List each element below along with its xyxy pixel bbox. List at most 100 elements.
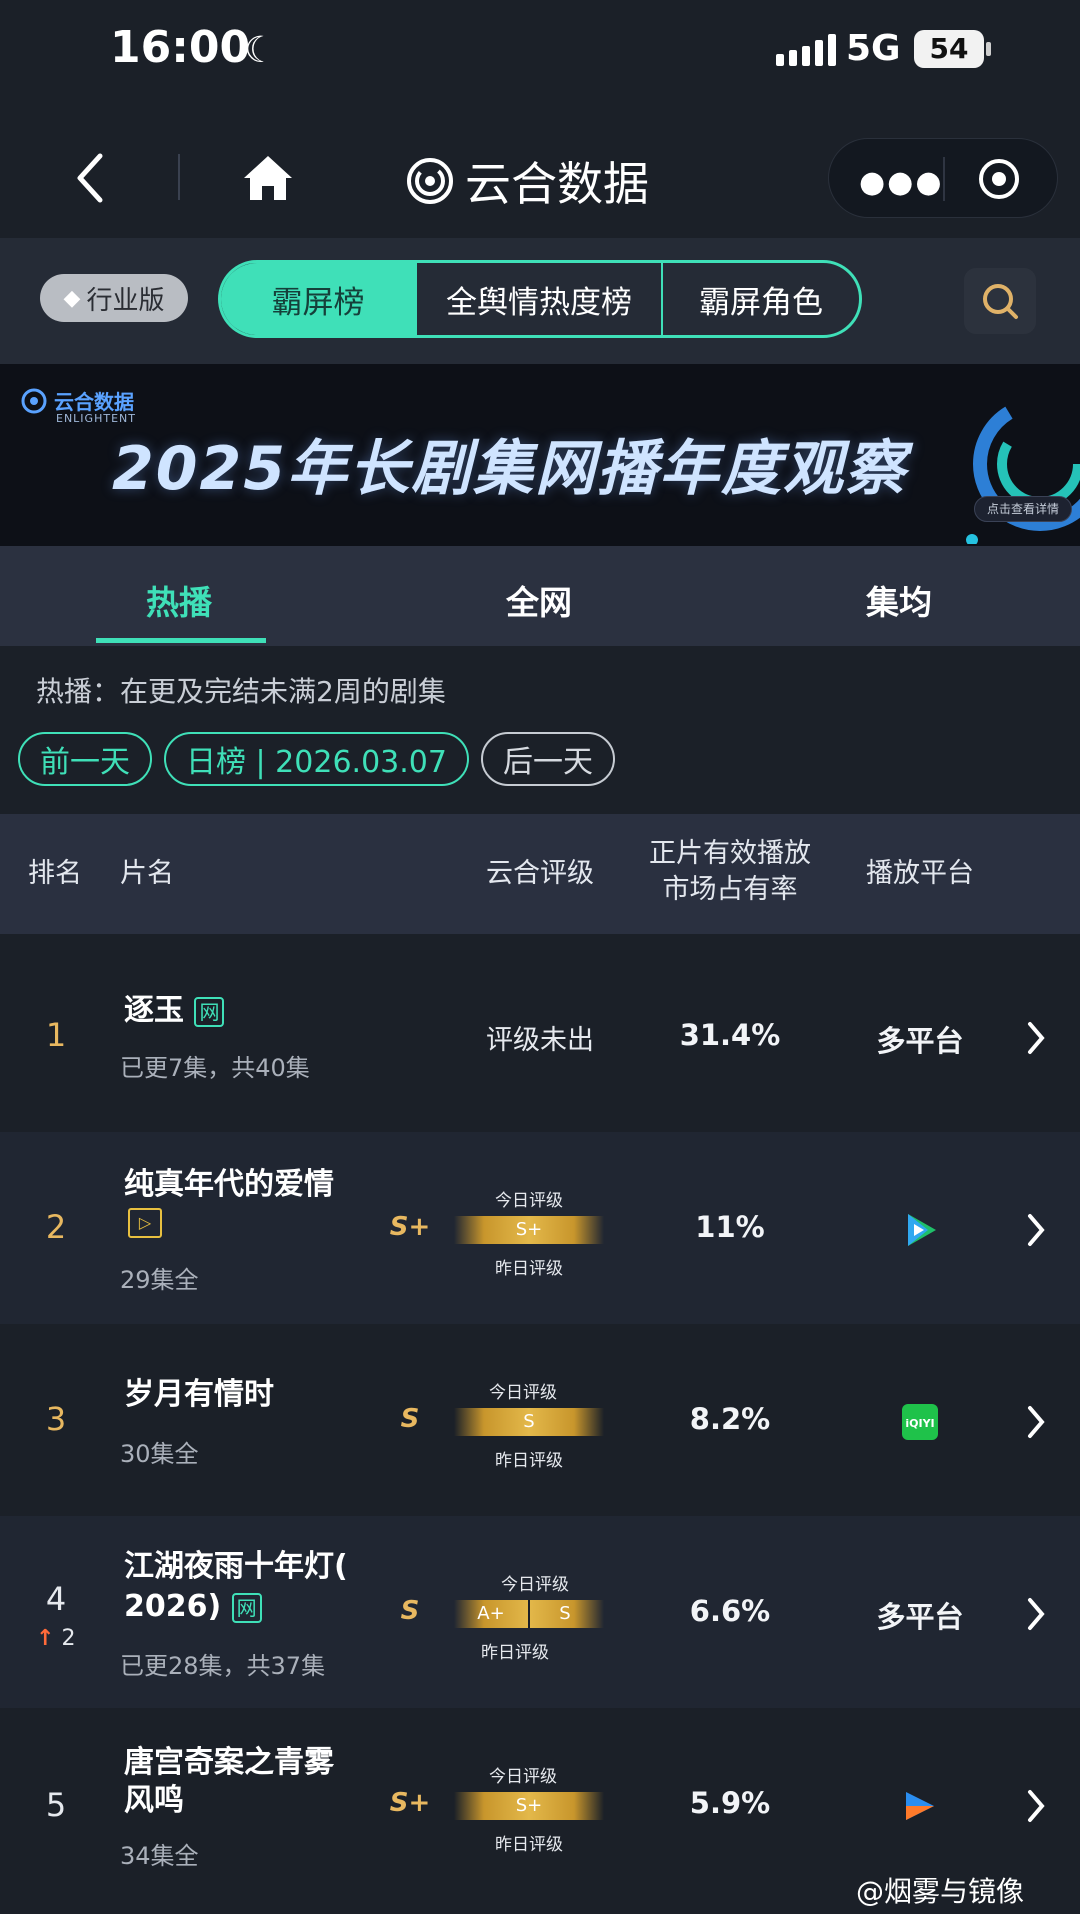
- tab-dominance[interactable]: 霸屏榜: [221, 263, 417, 335]
- today-rating-caption: 今日评级: [489, 1383, 557, 1403]
- rank-number: 3: [45, 1400, 67, 1438]
- grade-bar: S+: [454, 1792, 604, 1820]
- table-header: 排名 片名 云合评级 正片有效播放 市场占有率 播放平台: [0, 814, 1080, 934]
- brand-name: 云合数据: [465, 157, 649, 211]
- market-share: 6.6%: [689, 1594, 771, 1628]
- grade-label: S+: [389, 1788, 431, 1818]
- header-share-line2: 市场占有率: [662, 874, 798, 905]
- brand: 云合数据: [405, 148, 649, 214]
- show-title-line1: 唐宫奇案之青雾: [124, 1745, 334, 1780]
- episode-info: 29集全: [120, 1266, 199, 1294]
- signal-icon: [776, 34, 836, 66]
- episode-info: 已更28集，共37集: [120, 1652, 326, 1680]
- grade-bar: A+ S: [454, 1600, 604, 1628]
- today-rating-caption: 今日评级: [489, 1767, 557, 1787]
- tab-public-opinion[interactable]: 全舆情热度榜: [417, 263, 663, 335]
- yesterday-rating-caption: 昨日评级: [495, 1259, 563, 1279]
- grade-bar-label: S+: [515, 1219, 543, 1240]
- network-type: 5G: [846, 28, 901, 69]
- prev-day-button[interactable]: 前一天: [18, 732, 152, 786]
- grade-label: S+: [389, 1212, 431, 1242]
- chevron-right-icon[interactable]: [1026, 1594, 1048, 1634]
- home-icon[interactable]: [240, 150, 296, 206]
- market-share: 5.9%: [689, 1786, 771, 1820]
- nav-bar: 云合数据 ●●●: [0, 120, 1080, 236]
- yesterday-grade: A+: [477, 1603, 505, 1624]
- tab-all-network[interactable]: 全网: [506, 576, 572, 624]
- ranking-tabs: 霸屏榜 全舆情热度榜 霸屏角色: [218, 260, 862, 338]
- active-tab-underline: [96, 638, 266, 643]
- iqiyi-icon: iQIYI: [902, 1404, 938, 1440]
- platform-label: 多平台: [876, 1600, 964, 1634]
- grade-bar-label: S: [523, 1411, 535, 1432]
- show-title-line1: 江湖夜雨十年灯(: [124, 1549, 348, 1584]
- show-title: 纯真年代的爱情: [124, 1167, 334, 1202]
- rank-number: 5: [45, 1786, 67, 1824]
- header-rank: 排名: [28, 858, 82, 889]
- list-description: 热播：在更及完结未满2周的剧集: [36, 675, 446, 708]
- scope-tabs: 热播 全网 集均: [0, 546, 1080, 646]
- network-drama-tag: 网: [231, 1592, 262, 1623]
- grade-label: S: [400, 1596, 420, 1626]
- header-share-line1: 正片有效播放: [649, 838, 811, 869]
- show-title: 岁月有情时: [124, 1377, 274, 1412]
- edition-badge[interactable]: ◆ 行业版: [40, 274, 188, 322]
- weibo-watermark: @烟雾与镜像: [856, 1875, 1025, 1908]
- grade-divider: [528, 1600, 530, 1628]
- chevron-right-icon[interactable]: [1026, 1786, 1048, 1826]
- date-selector[interactable]: 日榜 | 2026.03.07: [164, 732, 469, 786]
- chevron-right-icon[interactable]: [1026, 1402, 1048, 1442]
- header-platform: 播放平台: [866, 858, 974, 889]
- rank-change: ↑ 2: [36, 1626, 75, 1651]
- yesterday-rating-caption: 昨日评级: [495, 1835, 563, 1855]
- rank-number: 4: [45, 1580, 67, 1618]
- table-row[interactable]: 3 岁月有情时 30集全 S 今日评级 S 昨日评级 8.2% iQIYI: [0, 1324, 1080, 1516]
- diamond-icon: ◆: [63, 285, 81, 311]
- today-rating-caption: 今日评级: [495, 1191, 563, 1211]
- yesterday-rating-caption: 昨日评级: [495, 1451, 563, 1471]
- show-title-text: 2026): [124, 1589, 222, 1624]
- more-icon[interactable]: ●●●: [859, 165, 944, 200]
- close-target-icon[interactable]: [979, 159, 1019, 199]
- table-row[interactable]: 2 纯真年代的爱情 ▷ 29集全 S+ 今日评级 S+ 昨日评级 11%: [0, 1132, 1080, 1324]
- grade-bar-label: S+: [515, 1795, 543, 1816]
- search-icon[interactable]: [964, 268, 1036, 334]
- promo-banner[interactable]: 云合数据 ENLIGHTENT 2025年长剧集网播年度观察 点击查看详情: [0, 364, 1080, 546]
- tab-episode-average[interactable]: 集均: [866, 576, 932, 624]
- status-bar: 16:00 ☾ 5G 54: [0, 0, 1080, 100]
- battery-icon: 54: [914, 30, 984, 68]
- banner-detail-link[interactable]: 点击查看详情: [974, 496, 1072, 522]
- rank-number: 1: [45, 1016, 67, 1054]
- header-rating: 云合评级: [486, 858, 594, 889]
- market-share: 8.2%: [689, 1402, 771, 1436]
- market-share: 31.4%: [679, 1018, 781, 1052]
- banner-logo-icon: [21, 388, 47, 413]
- date-navigation: 前一天 日榜 | 2026.03.07 后一天: [18, 732, 615, 786]
- edition-label: 行业版: [86, 285, 165, 316]
- nav-divider: [178, 154, 180, 200]
- chevron-right-icon[interactable]: [1026, 1210, 1048, 1250]
- grade-label: S: [400, 1404, 420, 1434]
- tencent-video-icon: [908, 1214, 936, 1246]
- status-time: 16:00: [110, 22, 251, 73]
- rank-number: 2: [45, 1208, 67, 1246]
- platform-label: 多平台: [876, 1024, 964, 1058]
- next-day-button[interactable]: 后一天: [480, 732, 615, 786]
- back-icon[interactable]: [70, 150, 110, 206]
- table-row[interactable]: 1 逐玉 网 已更7集，共40集 评级未出 31.4% 多平台: [0, 940, 1080, 1132]
- tab-roles[interactable]: 霸屏角色: [663, 263, 859, 335]
- episode-info: 30集全: [120, 1440, 199, 1468]
- play-tag-icon: ▷: [128, 1208, 162, 1238]
- table-row[interactable]: 4 ↑ 2 江湖夜雨十年灯( 2026) 网 已更28集，共37集 S 今日评级…: [0, 1516, 1080, 1708]
- show-title-text: 逐玉: [124, 993, 184, 1028]
- capsule-divider: [943, 157, 945, 201]
- chevron-right-icon[interactable]: [1026, 1018, 1048, 1058]
- brand-logo-icon: [407, 158, 453, 204]
- rating-pending: 评级未出: [486, 1025, 594, 1056]
- grade-bar: S: [454, 1408, 604, 1436]
- tab-hot[interactable]: 热播: [146, 576, 212, 624]
- today-grade: S: [559, 1603, 571, 1624]
- show-title-line2: 2026) 网: [124, 1588, 364, 1626]
- network-drama-tag: 网: [194, 996, 225, 1027]
- banner-title: 2025年长剧集网播年度观察: [112, 434, 907, 504]
